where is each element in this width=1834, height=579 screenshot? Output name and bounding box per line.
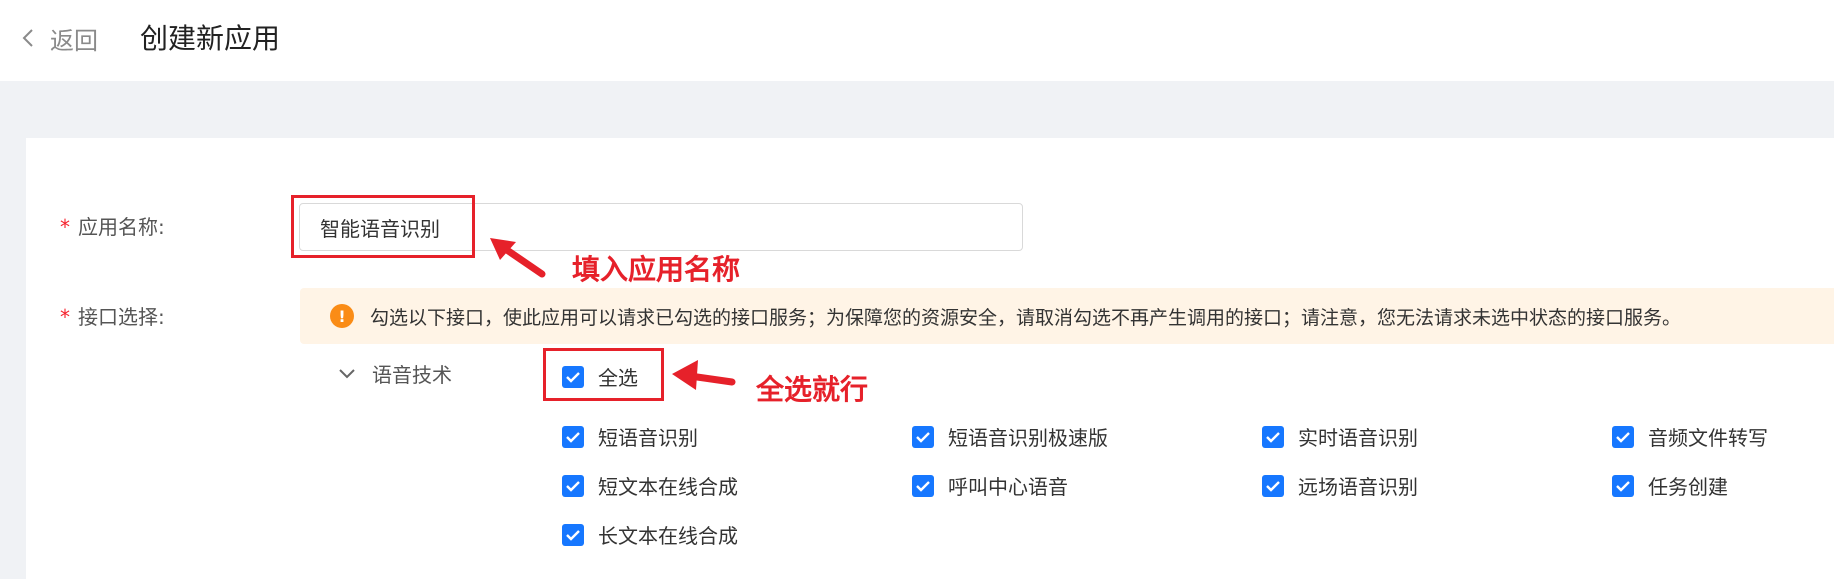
checkmark-icon (916, 431, 930, 443)
api-checkbox-label: 长文本在线合成 (598, 524, 738, 548)
back-label: 返回 (50, 26, 98, 55)
api-checkbox-label: 短文本在线合成 (598, 475, 738, 499)
checkbox-checked (1612, 474, 1634, 497)
required-mark: * (60, 305, 70, 329)
api-checkbox-label: 实时语音识别 (1298, 426, 1418, 450)
group-label: 语音技术 (372, 363, 452, 387)
checkmark-icon (566, 529, 580, 541)
arrow-icon (490, 238, 546, 278)
app-name-label: * 应用名称: (60, 211, 165, 240)
checkmark-icon (1266, 480, 1280, 492)
chevron-down-icon (339, 368, 355, 378)
checkbox-checked (562, 365, 584, 388)
checkmark-icon (566, 371, 580, 383)
annotation-select-hint: 全选就行 (756, 373, 869, 406)
api-checkbox-label: 呼叫中心语音 (948, 475, 1068, 499)
api-checkbox-short-tts[interactable]: 短文本在线合成 (562, 471, 738, 500)
checkmark-icon (566, 480, 580, 492)
api-select-label: * 接口选择: (60, 301, 165, 330)
api-checkbox-realtime-asr[interactable]: 实时语音识别 (1262, 422, 1418, 451)
api-checkbox-far-field-asr[interactable]: 远场语音识别 (1262, 471, 1418, 500)
annotation-name-hint: 填入应用名称 (572, 253, 741, 286)
api-checkbox-label: 短语音识别 (598, 426, 698, 450)
checkbox-checked (912, 425, 934, 448)
chevron-left-icon (22, 29, 33, 47)
api-checkbox-label: 任务创建 (1648, 475, 1728, 499)
api-checkbox-label: 远场语音识别 (1298, 475, 1418, 499)
checkbox-checked (562, 474, 584, 497)
checkbox-checked (912, 474, 934, 497)
select-all-checkbox[interactable]: 全选 (562, 362, 638, 391)
checkbox-checked (1612, 425, 1634, 448)
form-panel: * 应用名称: * 接口选择: ! 勾选以下接口，使此应用可以请求已勾选的接口服务；… (26, 138, 1834, 579)
required-mark: * (60, 215, 70, 239)
api-checkbox-call-center[interactable]: 呼叫中心语音 (912, 471, 1068, 500)
checkmark-icon (916, 480, 930, 492)
app-name-label-text: 应用名称: (78, 215, 165, 239)
select-all-label: 全选 (598, 366, 638, 390)
page-header: 返回 创建新应用 (0, 0, 1834, 81)
api-select-label-text: 接口选择: (78, 305, 165, 329)
back-button[interactable]: 返回 (22, 22, 98, 55)
api-checkbox-label: 短语音识别极速版 (948, 426, 1108, 450)
warning-icon: ! (330, 304, 354, 328)
arrow-icon (672, 360, 736, 390)
checkmark-icon (1616, 480, 1630, 492)
api-checkbox-audio-transcribe[interactable]: 音频文件转写 (1612, 422, 1768, 451)
group-toggle-voice-tech[interactable]: 语音技术 (338, 359, 452, 388)
api-checkbox-short-asr[interactable]: 短语音识别 (562, 422, 698, 451)
notice-text: 勾选以下接口，使此应用可以请求已勾选的接口服务；为保障您的资源安全，请取消勾选不… (370, 306, 1682, 329)
checkmark-icon (1616, 431, 1630, 443)
checkmark-icon (566, 431, 580, 443)
checkbox-checked (1262, 474, 1284, 497)
checkbox-checked (562, 523, 584, 546)
api-checkbox-long-tts[interactable]: 长文本在线合成 (562, 520, 738, 549)
api-checkbox-label: 音频文件转写 (1648, 426, 1768, 450)
checkmark-icon (1266, 431, 1280, 443)
api-checkbox-short-asr-fast[interactable]: 短语音识别极速版 (912, 422, 1108, 451)
notice-banner: ! 勾选以下接口，使此应用可以请求已勾选的接口服务；为保障您的资源安全，请取消勾… (300, 288, 1834, 344)
page-title: 创建新应用 (140, 22, 281, 55)
checkbox-checked (1262, 425, 1284, 448)
checkbox-checked (562, 425, 584, 448)
app-name-input[interactable] (299, 203, 1023, 251)
api-checkbox-task-create[interactable]: 任务创建 (1612, 471, 1728, 500)
